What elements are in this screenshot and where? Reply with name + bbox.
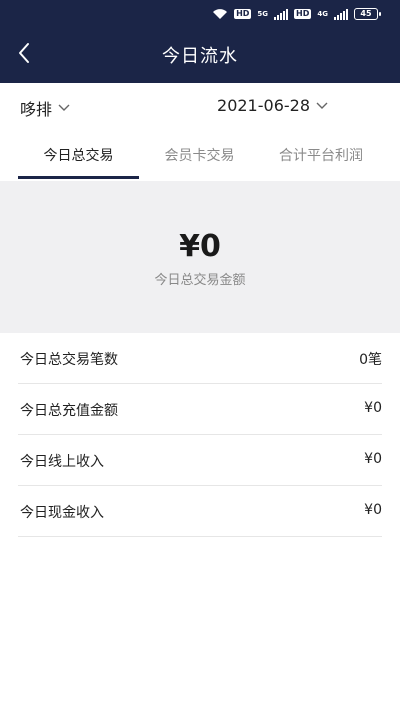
date-select-label: 2021-06-28	[217, 96, 310, 115]
total-amount-value: ¥0	[179, 229, 221, 264]
filter-bar: 哆排 2021-06-28	[0, 83, 400, 131]
tab-bar: 今日总交易 会员卡交易 合计平台利润	[0, 131, 400, 181]
network-type-label: 5G	[257, 10, 269, 18]
date-select[interactable]: 2021-06-28	[217, 96, 328, 115]
list-item-label: 今日现金收入	[20, 505, 104, 521]
store-select-label: 哆排	[20, 100, 53, 119]
store-select[interactable]: 哆排	[20, 96, 70, 120]
hd-badge: HD	[234, 9, 252, 19]
list-item-label: 今日线上收入	[20, 454, 104, 470]
list-item: 今日总充值金额 ¥0	[18, 384, 382, 435]
list-item-label: 今日总交易笔数	[20, 352, 118, 368]
status-icons: HD 5G HD 4G 45	[212, 8, 381, 20]
chevron-down-icon	[58, 104, 70, 111]
tab-platform-profit[interactable]: 合计平台利润	[260, 131, 382, 181]
app-header: HD 5G HD 4G 45 今日流水	[0, 0, 400, 83]
wifi-icon	[213, 9, 228, 19]
list-item-value: ¥0	[364, 451, 382, 467]
list-item-value: 0笔	[359, 352, 382, 368]
signal-icon	[334, 8, 348, 20]
status-bar: HD 5G HD 4G 45	[0, 0, 400, 30]
hd-badge: HD	[294, 9, 312, 19]
chevron-down-icon	[316, 102, 328, 109]
list-item-label: 今日总充值金额	[20, 403, 118, 419]
list-item-value: ¥0	[364, 502, 382, 518]
summary-panel: ¥0 今日总交易金额	[0, 181, 400, 333]
active-tab-indicator	[18, 176, 139, 179]
signal-icon	[274, 8, 289, 20]
list-item: 今日总交易笔数 0笔	[18, 333, 382, 384]
battery-icon: 45	[354, 8, 381, 20]
list-item: 今日线上收入 ¥0	[18, 435, 382, 486]
total-amount-label: 今日总交易金额	[154, 273, 246, 288]
list-item: 今日现金收入 ¥0	[18, 486, 382, 537]
network-type-label: 4G	[317, 10, 328, 18]
stats-list: 今日总交易笔数 0笔 今日总充值金额 ¥0 今日线上收入 ¥0 今日现金收入 ¥…	[0, 333, 400, 537]
page-title: 今日流水	[162, 46, 238, 67]
tab-total-transactions[interactable]: 今日总交易	[18, 131, 139, 181]
list-item-value: ¥0	[364, 400, 382, 416]
tab-member-card-transactions[interactable]: 会员卡交易	[139, 131, 260, 181]
